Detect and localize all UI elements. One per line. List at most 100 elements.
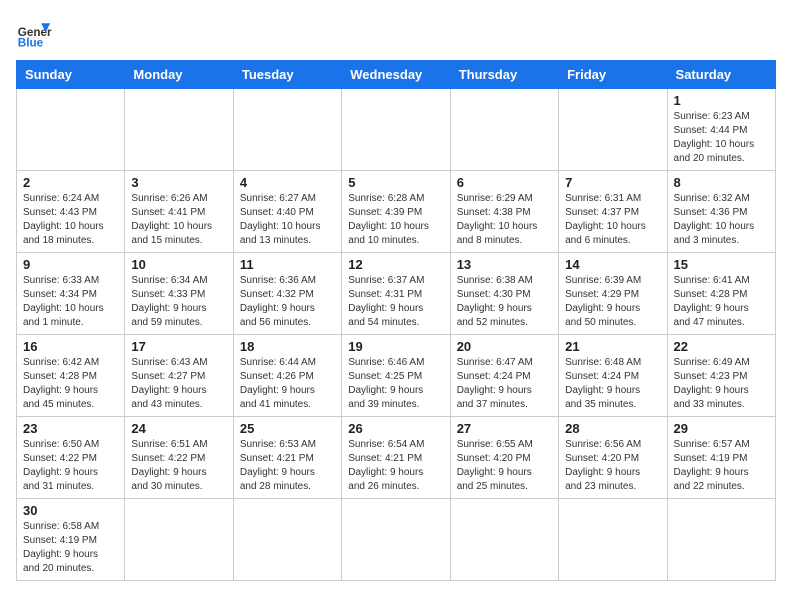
day-number: 1 <box>674 93 769 108</box>
calendar-cell: 23 Sunrise: 6:50 AM Sunset: 4:22 PM Dayli… <box>17 417 125 499</box>
svg-text:Blue: Blue <box>18 37 44 50</box>
calendar-week-row: 30 Sunrise: 6:58 AM Sunset: 4:19 PM Dayli… <box>17 499 776 581</box>
calendar-week-row: 9 Sunrise: 6:33 AM Sunset: 4:34 PM Daylig… <box>17 253 776 335</box>
calendar-cell <box>125 89 233 171</box>
day-info: Sunrise: 6:43 AM Sunset: 4:27 PM Dayligh… <box>131 356 226 412</box>
logo-icon: General Blue <box>16 16 52 52</box>
day-number: 22 <box>674 339 769 354</box>
day-info: Sunrise: 6:27 AM Sunset: 4:40 PM Dayligh… <box>240 192 335 248</box>
calendar-cell: 18Sunrise: 6:44 AM Sunset: 4:26 PM Dayli… <box>233 335 341 417</box>
day-number: 24 <box>131 421 226 436</box>
calendar-cell: 12 Sunrise: 6:37 AM Sunset: 4:31 PM Dayli… <box>342 253 450 335</box>
day-info: Sunrise: 6:46 AM Sunset: 4:25 PM Dayligh… <box>348 356 443 412</box>
day-number: 27 <box>457 421 552 436</box>
day-number: 6 <box>457 175 552 190</box>
day-info: Sunrise: 6:53 AM Sunset: 4:21 PM Dayligh… <box>240 438 335 494</box>
weekday-header-row: SundayMondayTuesdayWednesdayThursdayFrid… <box>17 61 776 89</box>
calendar-week-row: 1 Sunrise: 6:23 AM Sunset: 4:44 PM Daylig… <box>17 89 776 171</box>
calendar-cell: 5 Sunrise: 6:28 AM Sunset: 4:39 PM Daylig… <box>342 171 450 253</box>
day-info: Sunrise: 6:58 AM Sunset: 4:19 PM Dayligh… <box>23 520 118 576</box>
day-number: 14 <box>565 257 660 272</box>
day-info: Sunrise: 6:32 AM Sunset: 4:36 PM Dayligh… <box>674 192 769 248</box>
day-info: Sunrise: 6:31 AM Sunset: 4:37 PM Dayligh… <box>565 192 660 248</box>
calendar-cell: 9 Sunrise: 6:33 AM Sunset: 4:34 PM Daylig… <box>17 253 125 335</box>
day-number: 16 <box>23 339 118 354</box>
logo: General Blue <box>16 16 52 52</box>
day-info: Sunrise: 6:54 AM Sunset: 4:21 PM Dayligh… <box>348 438 443 494</box>
calendar-cell: 27 Sunrise: 6:55 AM Sunset: 4:20 PM Dayli… <box>450 417 558 499</box>
day-info: Sunrise: 6:34 AM Sunset: 4:33 PM Dayligh… <box>131 274 226 330</box>
calendar-cell <box>342 499 450 581</box>
day-info: Sunrise: 6:42 AM Sunset: 4:28 PM Dayligh… <box>23 356 118 412</box>
day-number: 15 <box>674 257 769 272</box>
day-number: 10 <box>131 257 226 272</box>
day-info: Sunrise: 6:50 AM Sunset: 4:22 PM Dayligh… <box>23 438 118 494</box>
calendar-cell: 6 Sunrise: 6:29 AM Sunset: 4:38 PM Daylig… <box>450 171 558 253</box>
calendar-cell <box>667 499 775 581</box>
calendar-cell: 26Sunrise: 6:54 AM Sunset: 4:21 PM Dayli… <box>342 417 450 499</box>
calendar-cell: 2Sunrise: 6:24 AM Sunset: 4:43 PM Daylig… <box>17 171 125 253</box>
calendar-cell <box>233 89 341 171</box>
day-info: Sunrise: 6:44 AM Sunset: 4:26 PM Dayligh… <box>240 356 335 412</box>
day-number: 11 <box>240 257 335 272</box>
day-info: Sunrise: 6:36 AM Sunset: 4:32 PM Dayligh… <box>240 274 335 330</box>
calendar-cell <box>233 499 341 581</box>
weekday-header-saturday: Saturday <box>667 61 775 89</box>
calendar-cell: 13Sunrise: 6:38 AM Sunset: 4:30 PM Dayli… <box>450 253 558 335</box>
calendar-cell: 25 Sunrise: 6:53 AM Sunset: 4:21 PM Dayli… <box>233 417 341 499</box>
day-number: 7 <box>565 175 660 190</box>
calendar-cell: 24 Sunrise: 6:51 AM Sunset: 4:22 PM Dayli… <box>125 417 233 499</box>
day-number: 9 <box>23 257 118 272</box>
calendar-cell: 1 Sunrise: 6:23 AM Sunset: 4:44 PM Daylig… <box>667 89 775 171</box>
day-number: 3 <box>131 175 226 190</box>
day-number: 23 <box>23 421 118 436</box>
calendar-week-row: 16 Sunrise: 6:42 AM Sunset: 4:28 PM Dayli… <box>17 335 776 417</box>
calendar-cell <box>450 499 558 581</box>
day-info: Sunrise: 6:49 AM Sunset: 4:23 PM Dayligh… <box>674 356 769 412</box>
day-number: 25 <box>240 421 335 436</box>
calendar-cell: 16 Sunrise: 6:42 AM Sunset: 4:28 PM Dayli… <box>17 335 125 417</box>
day-number: 29 <box>674 421 769 436</box>
calendar-cell: 7 Sunrise: 6:31 AM Sunset: 4:37 PM Daylig… <box>559 171 667 253</box>
calendar-week-row: 2Sunrise: 6:24 AM Sunset: 4:43 PM Daylig… <box>17 171 776 253</box>
day-number: 5 <box>348 175 443 190</box>
calendar-cell: 10 Sunrise: 6:34 AM Sunset: 4:33 PM Dayli… <box>125 253 233 335</box>
day-number: 2 <box>23 175 118 190</box>
day-info: Sunrise: 6:33 AM Sunset: 4:34 PM Dayligh… <box>23 274 118 330</box>
calendar-cell: 22 Sunrise: 6:49 AM Sunset: 4:23 PM Dayli… <box>667 335 775 417</box>
weekday-header-sunday: Sunday <box>17 61 125 89</box>
day-info: Sunrise: 6:37 AM Sunset: 4:31 PM Dayligh… <box>348 274 443 330</box>
calendar-cell: 14Sunrise: 6:39 AM Sunset: 4:29 PM Dayli… <box>559 253 667 335</box>
day-info: Sunrise: 6:28 AM Sunset: 4:39 PM Dayligh… <box>348 192 443 248</box>
calendar-week-row: 23 Sunrise: 6:50 AM Sunset: 4:22 PM Dayli… <box>17 417 776 499</box>
calendar-cell: 4Sunrise: 6:27 AM Sunset: 4:40 PM Daylig… <box>233 171 341 253</box>
page-header: General Blue <box>16 16 776 52</box>
day-number: 30 <box>23 503 118 518</box>
calendar-cell <box>559 89 667 171</box>
calendar-cell: 29 Sunrise: 6:57 AM Sunset: 4:19 PM Dayli… <box>667 417 775 499</box>
weekday-header-friday: Friday <box>559 61 667 89</box>
day-info: Sunrise: 6:47 AM Sunset: 4:24 PM Dayligh… <box>457 356 552 412</box>
day-info: Sunrise: 6:51 AM Sunset: 4:22 PM Dayligh… <box>131 438 226 494</box>
day-number: 12 <box>348 257 443 272</box>
day-number: 8 <box>674 175 769 190</box>
weekday-header-tuesday: Tuesday <box>233 61 341 89</box>
calendar-cell: 3Sunrise: 6:26 AM Sunset: 4:41 PM Daylig… <box>125 171 233 253</box>
calendar-cell: 11 Sunrise: 6:36 AM Sunset: 4:32 PM Dayli… <box>233 253 341 335</box>
day-info: Sunrise: 6:23 AM Sunset: 4:44 PM Dayligh… <box>674 110 769 166</box>
weekday-header-monday: Monday <box>125 61 233 89</box>
day-info: Sunrise: 6:56 AM Sunset: 4:20 PM Dayligh… <box>565 438 660 494</box>
calendar-cell: 30 Sunrise: 6:58 AM Sunset: 4:19 PM Dayli… <box>17 499 125 581</box>
calendar-cell <box>450 89 558 171</box>
day-info: Sunrise: 6:29 AM Sunset: 4:38 PM Dayligh… <box>457 192 552 248</box>
weekday-header-thursday: Thursday <box>450 61 558 89</box>
calendar-table: SundayMondayTuesdayWednesdayThursdayFrid… <box>16 60 776 581</box>
calendar-cell: 19 Sunrise: 6:46 AM Sunset: 4:25 PM Dayli… <box>342 335 450 417</box>
day-number: 19 <box>348 339 443 354</box>
day-number: 13 <box>457 257 552 272</box>
calendar-cell: 28Sunrise: 6:56 AM Sunset: 4:20 PM Dayli… <box>559 417 667 499</box>
calendar-cell: 8 Sunrise: 6:32 AM Sunset: 4:36 PM Daylig… <box>667 171 775 253</box>
day-info: Sunrise: 6:57 AM Sunset: 4:19 PM Dayligh… <box>674 438 769 494</box>
day-info: Sunrise: 6:55 AM Sunset: 4:20 PM Dayligh… <box>457 438 552 494</box>
day-info: Sunrise: 6:48 AM Sunset: 4:24 PM Dayligh… <box>565 356 660 412</box>
